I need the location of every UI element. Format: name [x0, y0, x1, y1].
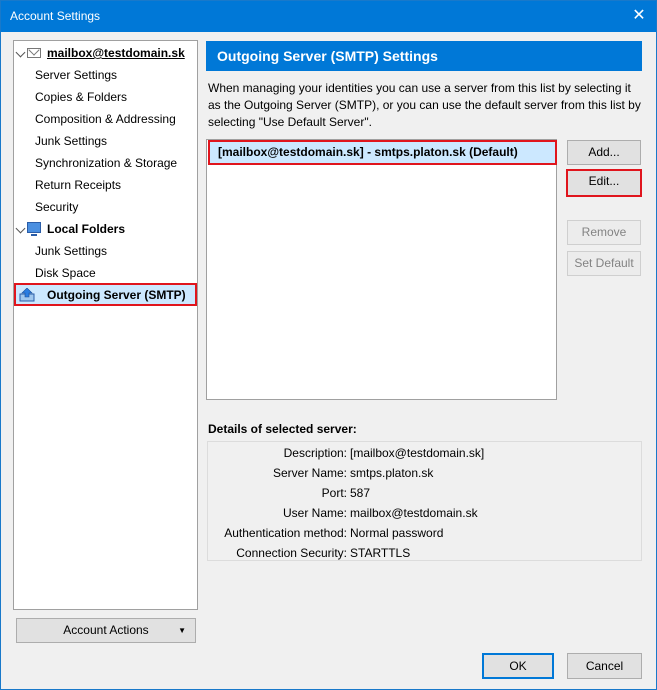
- cancel-button[interactable]: Cancel: [567, 653, 642, 679]
- detail-value: smtps.platon.sk: [350, 466, 434, 480]
- edit-button[interactable]: Edit...: [566, 169, 642, 197]
- ok-button[interactable]: OK: [482, 653, 554, 679]
- chevron-down-icon[interactable]: [15, 47, 26, 58]
- account-tree: mailbox@testdomain.sk Server Settings Co…: [13, 40, 198, 610]
- title-bar: Account Settings ✕: [1, 1, 656, 32]
- detail-key: Port:: [321, 486, 347, 500]
- tree-item-synchronization[interactable]: Synchronization & Storage: [35, 153, 177, 173]
- tree-local-folders-label: Local Folders: [47, 222, 126, 236]
- detail-row: Description: [mailbox@testdomain.sk]: [208, 443, 643, 463]
- tree-item-disk-space[interactable]: Disk Space: [35, 263, 96, 283]
- tree-local-folders[interactable]: Local Folders: [14, 219, 197, 239]
- tree-account[interactable]: mailbox@testdomain.sk: [14, 43, 197, 63]
- tree-account-label: mailbox@testdomain.sk: [47, 46, 185, 60]
- server-list[interactable]: [mailbox@testdomain.sk] - smtps.platon.s…: [206, 139, 557, 400]
- detail-row: Port: 587: [208, 483, 643, 503]
- details-heading: Details of selected server:: [208, 422, 357, 436]
- tree-item-return-receipts[interactable]: Return Receipts: [35, 175, 121, 195]
- detail-value: Normal password: [350, 526, 444, 540]
- window-title: Account Settings: [10, 9, 101, 23]
- detail-row: Server Name: smtps.platon.sk: [208, 463, 643, 483]
- page-title: Outgoing Server (SMTP) Settings: [206, 41, 642, 71]
- detail-value: [mailbox@testdomain.sk]: [350, 446, 485, 460]
- detail-key: Server Name:: [272, 466, 347, 480]
- server-list-item[interactable]: [mailbox@testdomain.sk] - smtps.platon.s…: [208, 140, 557, 165]
- tree-item-junk-settings[interactable]: Junk Settings: [35, 131, 107, 151]
- close-icon[interactable]: ✕: [626, 4, 652, 28]
- intro-text: When managing your identities you can us…: [208, 81, 641, 129]
- tree-item-composition[interactable]: Composition & Addressing: [35, 109, 176, 129]
- tree-item-copies-folders[interactable]: Copies & Folders: [35, 87, 127, 107]
- tree-item-security[interactable]: Security: [35, 197, 78, 217]
- tree-item-local-junk-settings[interactable]: Junk Settings: [35, 241, 107, 261]
- dropdown-arrow-icon: ▼: [178, 626, 186, 635]
- server-details: Description: [mailbox@testdomain.sk] Ser…: [207, 441, 642, 561]
- remove-button[interactable]: Remove: [567, 220, 641, 245]
- detail-row: User Name: mailbox@testdomain.sk: [208, 503, 643, 523]
- account-actions-button[interactable]: Account Actions ▼: [16, 618, 196, 643]
- detail-key: Description:: [283, 446, 347, 460]
- mail-icon: [27, 48, 41, 58]
- detail-key: Authentication method:: [224, 526, 347, 540]
- tree-outgoing-label: Outgoing Server (SMTP): [47, 288, 186, 302]
- account-actions-label: Account Actions: [63, 623, 149, 637]
- chevron-down-icon[interactable]: [15, 223, 26, 234]
- detail-key: Connection Security:: [236, 546, 347, 560]
- add-button[interactable]: Add...: [567, 140, 641, 165]
- detail-row: Connection Security: STARTTLS: [208, 543, 643, 563]
- tree-item-server-settings[interactable]: Server Settings: [35, 65, 117, 85]
- detail-value: STARTTLS: [350, 546, 411, 560]
- detail-value: 587: [350, 486, 371, 500]
- detail-key: User Name:: [282, 506, 347, 520]
- set-default-button[interactable]: Set Default: [567, 251, 641, 276]
- detail-row: Authentication method: Normal password: [208, 523, 643, 543]
- account-settings-window: Account Settings ✕ mailbox@testdomain.sk…: [0, 0, 657, 690]
- outgoing-server-icon: [19, 288, 35, 302]
- detail-value: mailbox@testdomain.sk: [350, 506, 478, 520]
- computer-icon: [27, 222, 41, 236]
- tree-item-outgoing-server[interactable]: Outgoing Server (SMTP): [14, 283, 197, 306]
